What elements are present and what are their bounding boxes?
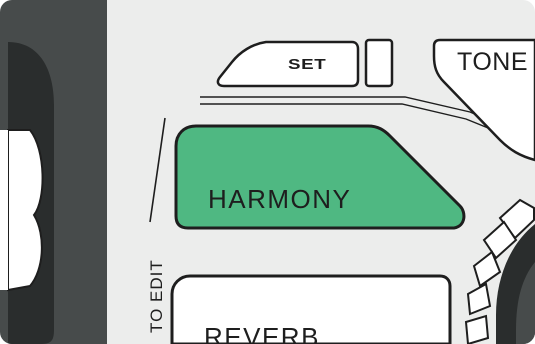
panel-artwork: [0, 0, 535, 344]
to-edit-label: TO EDIT: [147, 259, 166, 333]
left-white-edge: [0, 130, 8, 290]
left-white-tab: [7, 129, 44, 292]
dial-segment-4: [466, 282, 492, 316]
dial-segment-5: [464, 314, 490, 344]
to-edit-line: [149, 117, 166, 223]
device-panel: SET TONE HARMONY REVERB TO EDIT: [0, 0, 535, 344]
set-button-label: SET: [288, 56, 327, 73]
reverb-button-label: REVERB: [204, 322, 320, 344]
harmony-button-label: HARMONY: [208, 184, 352, 214]
set-indicator-slot: [364, 38, 394, 88]
tone-button-label: TONE: [457, 48, 528, 76]
